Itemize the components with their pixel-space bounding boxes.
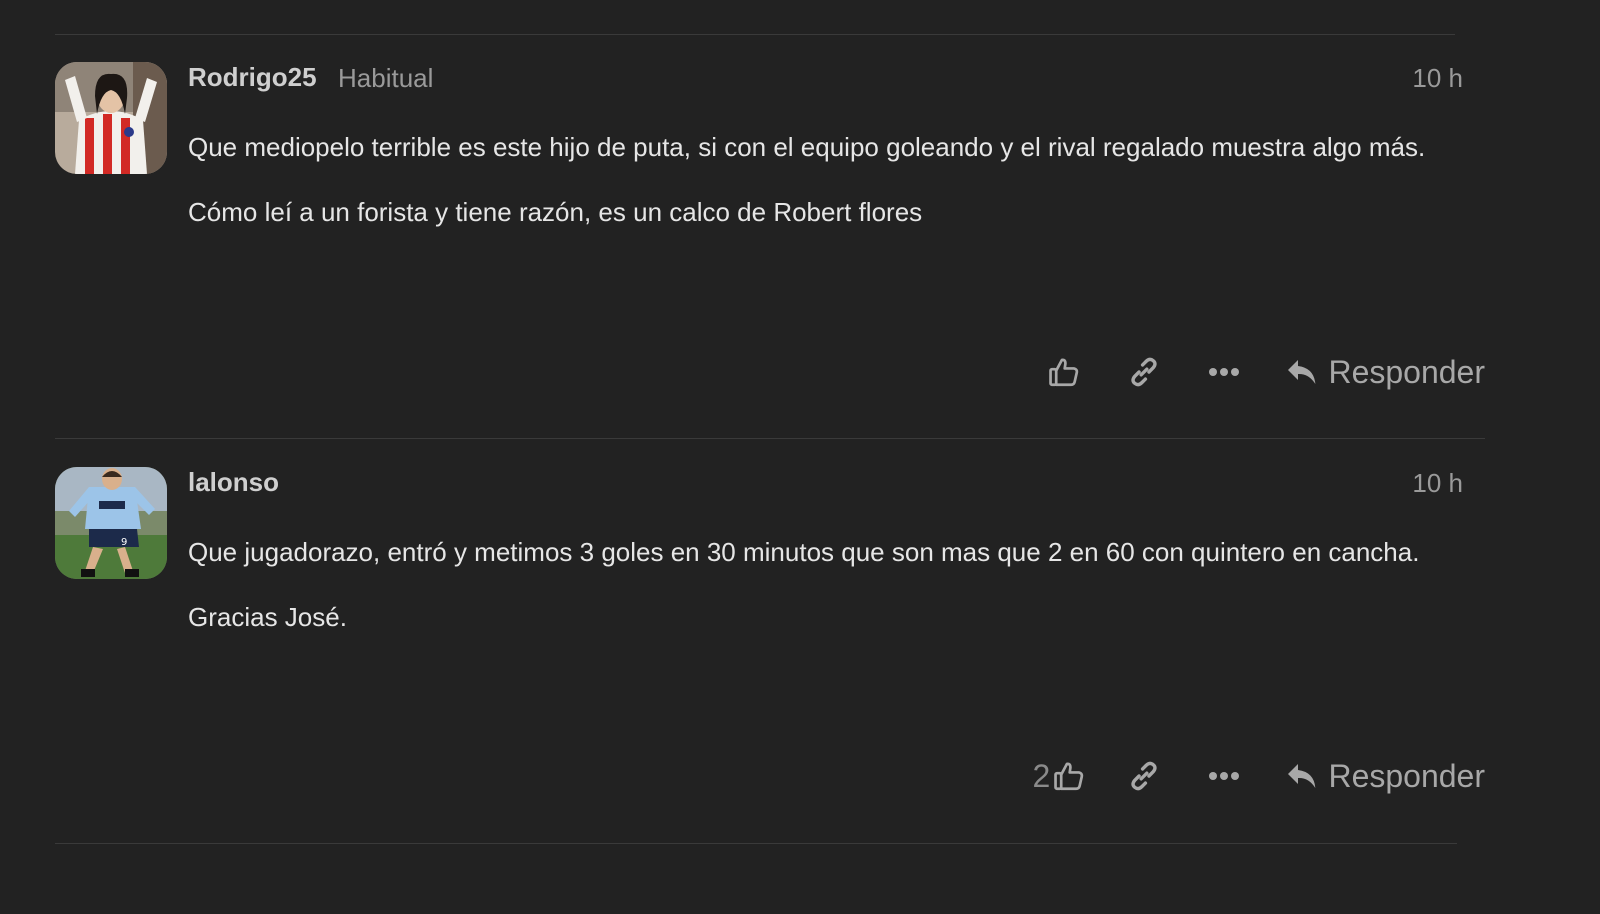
- reply-label: Responder: [1328, 353, 1485, 390]
- like-button[interactable]: 2: [1014, 758, 1104, 795]
- post-divider: [55, 34, 1455, 35]
- reply-icon: [1286, 761, 1318, 791]
- ellipsis-icon: [1207, 770, 1241, 782]
- more-button[interactable]: [1184, 366, 1264, 378]
- ellipsis-icon: [1207, 366, 1241, 378]
- post-paragraph: Que mediopelo terrible es este hijo de p…: [188, 132, 1426, 162]
- post-body: Que jugadorazo, entró y metimos 3 goles …: [188, 533, 1458, 663]
- topic-page: Rodrigo25 Habitual 10 h Que mediopelo te…: [0, 0, 1600, 914]
- username[interactable]: Rodrigo25: [188, 62, 317, 93]
- post: Rodrigo25 Habitual 10 h Que mediopelo te…: [55, 62, 1485, 432]
- post-header: Rodrigo25 Habitual 10 h: [188, 62, 1485, 94]
- post-paragraph: Cómo leí a un forista y tiene razón, es …: [188, 197, 923, 227]
- copy-link-button[interactable]: [1104, 355, 1184, 389]
- post-date[interactable]: 10 h: [1412, 63, 1463, 94]
- avatar[interactable]: [55, 62, 167, 174]
- like-count: 2: [1032, 757, 1051, 794]
- post: 9 lalonso 10 h Que jugadorazo, entró y m…: [55, 467, 1485, 837]
- thumbs-up-icon: [1052, 759, 1086, 793]
- post-header: lalonso 10 h: [188, 467, 1485, 499]
- svg-text:9: 9: [121, 537, 127, 548]
- avatar-image: [55, 62, 167, 174]
- post-paragraph: Que jugadorazo, entró y metimos 3 goles …: [188, 537, 1420, 567]
- avatar-image: 9: [55, 467, 167, 579]
- thumbs-up-icon: [1047, 355, 1081, 389]
- user-title: Habitual: [338, 63, 434, 93]
- post-divider: [55, 438, 1485, 439]
- link-icon: [1127, 759, 1161, 793]
- post-actions: 2 Responder: [1014, 753, 1485, 799]
- avatar[interactable]: 9: [55, 467, 167, 579]
- copy-link-button[interactable]: [1104, 759, 1184, 793]
- post-actions: Responder: [1024, 349, 1485, 395]
- more-button[interactable]: [1184, 770, 1264, 782]
- post-divider: [55, 843, 1457, 844]
- post-paragraph: Gracias José.: [188, 602, 347, 632]
- like-button[interactable]: [1024, 355, 1104, 389]
- post-body: Que mediopelo terrible es este hijo de p…: [188, 128, 1458, 258]
- reply-label: Responder: [1328, 757, 1485, 794]
- reply-button[interactable]: Responder: [1286, 758, 1485, 795]
- reply-icon: [1286, 357, 1318, 387]
- reply-button[interactable]: Responder: [1286, 354, 1485, 391]
- username[interactable]: lalonso: [188, 467, 279, 498]
- post-date[interactable]: 10 h: [1412, 468, 1463, 499]
- link-icon: [1127, 355, 1161, 389]
